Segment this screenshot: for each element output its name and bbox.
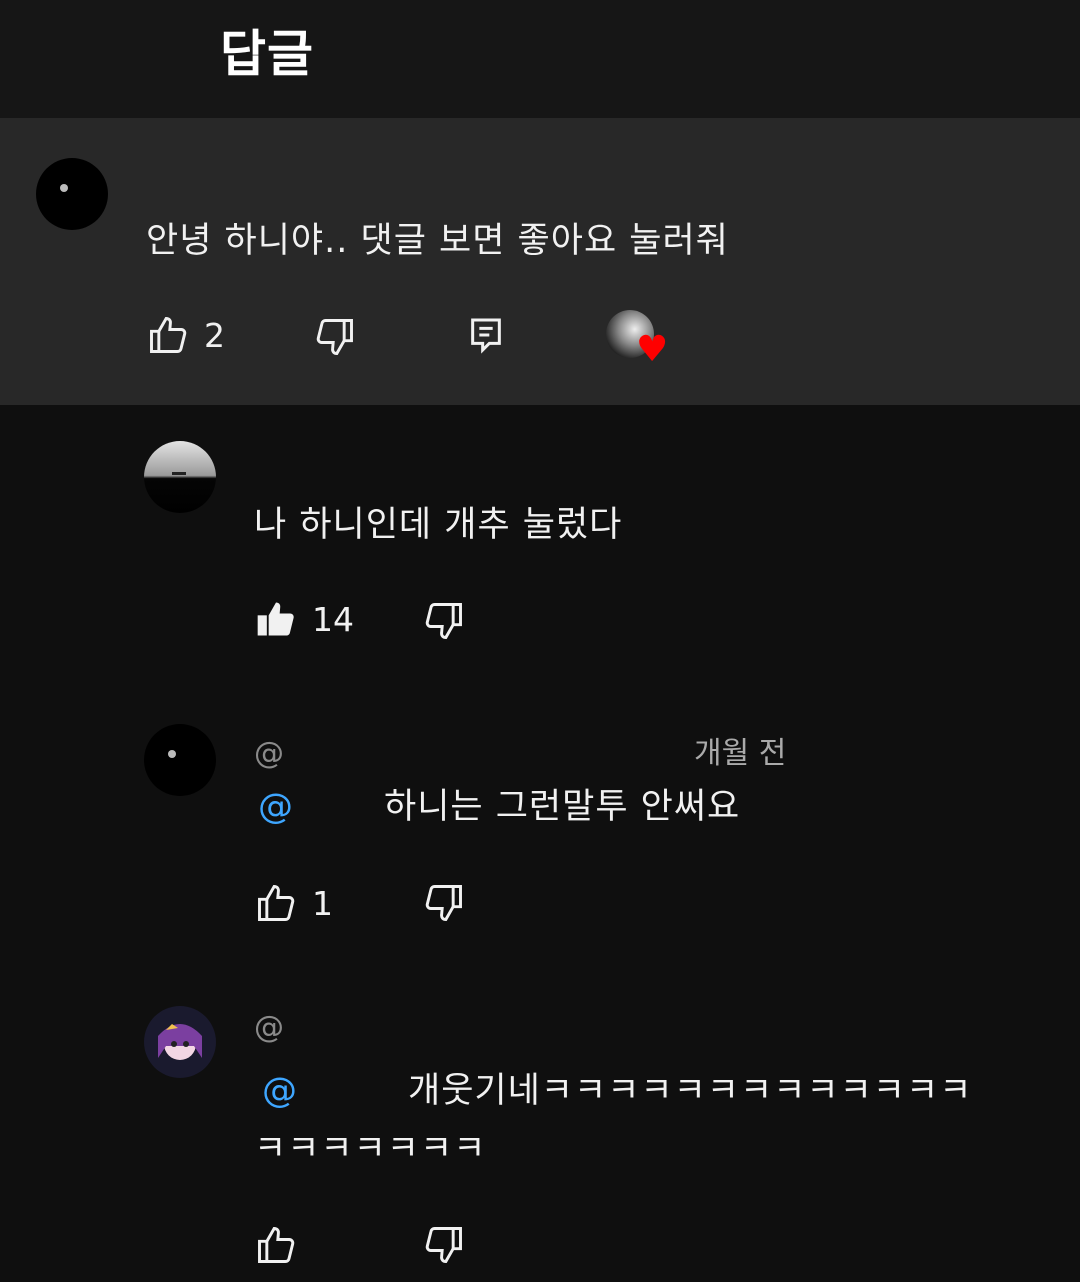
comment-text: 나 하니인데 개추 눌렀다 bbox=[254, 505, 623, 545]
comment-text: 안녕 하니야.. 댓글 보면 좋아요 눌러줘 bbox=[146, 221, 729, 261]
comment-author-handle[interactable]: @ bbox=[254, 1010, 284, 1045]
thumbs-down-icon bbox=[425, 1227, 462, 1263]
comment-body-line2: ㅋㅋㅋㅋㅋㅋㅋ bbox=[254, 1129, 487, 1169]
thumbs-up-icon bbox=[258, 1227, 295, 1263]
comment-text: @ 개웃기네ㅋㅋㅋㅋㅋㅋㅋㅋㅋㅋㅋㅋㅋ bbox=[262, 1062, 972, 1113]
page-title: 답글 bbox=[220, 25, 314, 83]
like-button[interactable] bbox=[254, 1220, 312, 1270]
like-button[interactable]: 14 bbox=[254, 594, 354, 644]
comment-body-line1: 개웃기네ㅋㅋㅋㅋㅋㅋㅋㅋㅋㅋㅋㅋㅋ bbox=[408, 1071, 973, 1111]
like-count: 1 bbox=[312, 883, 333, 923]
mention-link[interactable]: @ bbox=[258, 787, 294, 827]
dislike-button[interactable] bbox=[422, 1220, 466, 1270]
creator-heart-icon: ♥ bbox=[636, 329, 669, 370]
airplane-icon bbox=[172, 472, 186, 475]
header-bar: 답글 bbox=[0, 0, 1080, 118]
dislike-button[interactable] bbox=[313, 312, 357, 362]
dislike-button[interactable] bbox=[422, 878, 466, 928]
comment-body: 하니는 그런말투 안써요 bbox=[384, 787, 741, 827]
thumbs-up-icon bbox=[150, 317, 187, 353]
comment-author-handle[interactable]: @ 개월 전 bbox=[254, 728, 786, 772]
thumbs-down-icon bbox=[425, 603, 462, 639]
anime-character-icon bbox=[158, 1024, 202, 1060]
thumbs-down-icon bbox=[316, 319, 353, 355]
reply-button[interactable] bbox=[466, 310, 506, 360]
avatar[interactable] bbox=[144, 1006, 216, 1078]
reply-icon bbox=[471, 318, 501, 354]
dislike-button[interactable] bbox=[422, 596, 466, 646]
like-button[interactable]: 1 bbox=[254, 878, 333, 928]
mention-link[interactable]: @ bbox=[262, 1071, 298, 1111]
handle-prefix: @ bbox=[254, 1010, 284, 1045]
thumbs-down-icon bbox=[425, 885, 462, 921]
like-count: 2 bbox=[204, 315, 225, 355]
comment-text: @ 하니는 그런말투 안써요 bbox=[258, 778, 740, 829]
avatar[interactable] bbox=[144, 724, 216, 796]
timestamp: 개월 전 bbox=[694, 736, 787, 771]
handle-prefix: @ bbox=[254, 736, 284, 771]
avatar[interactable] bbox=[36, 158, 108, 230]
like-button[interactable]: 2 bbox=[146, 310, 225, 360]
moon-icon bbox=[168, 750, 176, 758]
creator-heart-badge: ♥ bbox=[606, 310, 668, 372]
thumbs-up-filled-icon bbox=[257, 602, 294, 636]
thumbs-up-icon bbox=[258, 885, 295, 921]
like-count: 14 bbox=[312, 599, 354, 639]
moon-icon bbox=[60, 184, 68, 192]
avatar[interactable] bbox=[144, 441, 216, 513]
